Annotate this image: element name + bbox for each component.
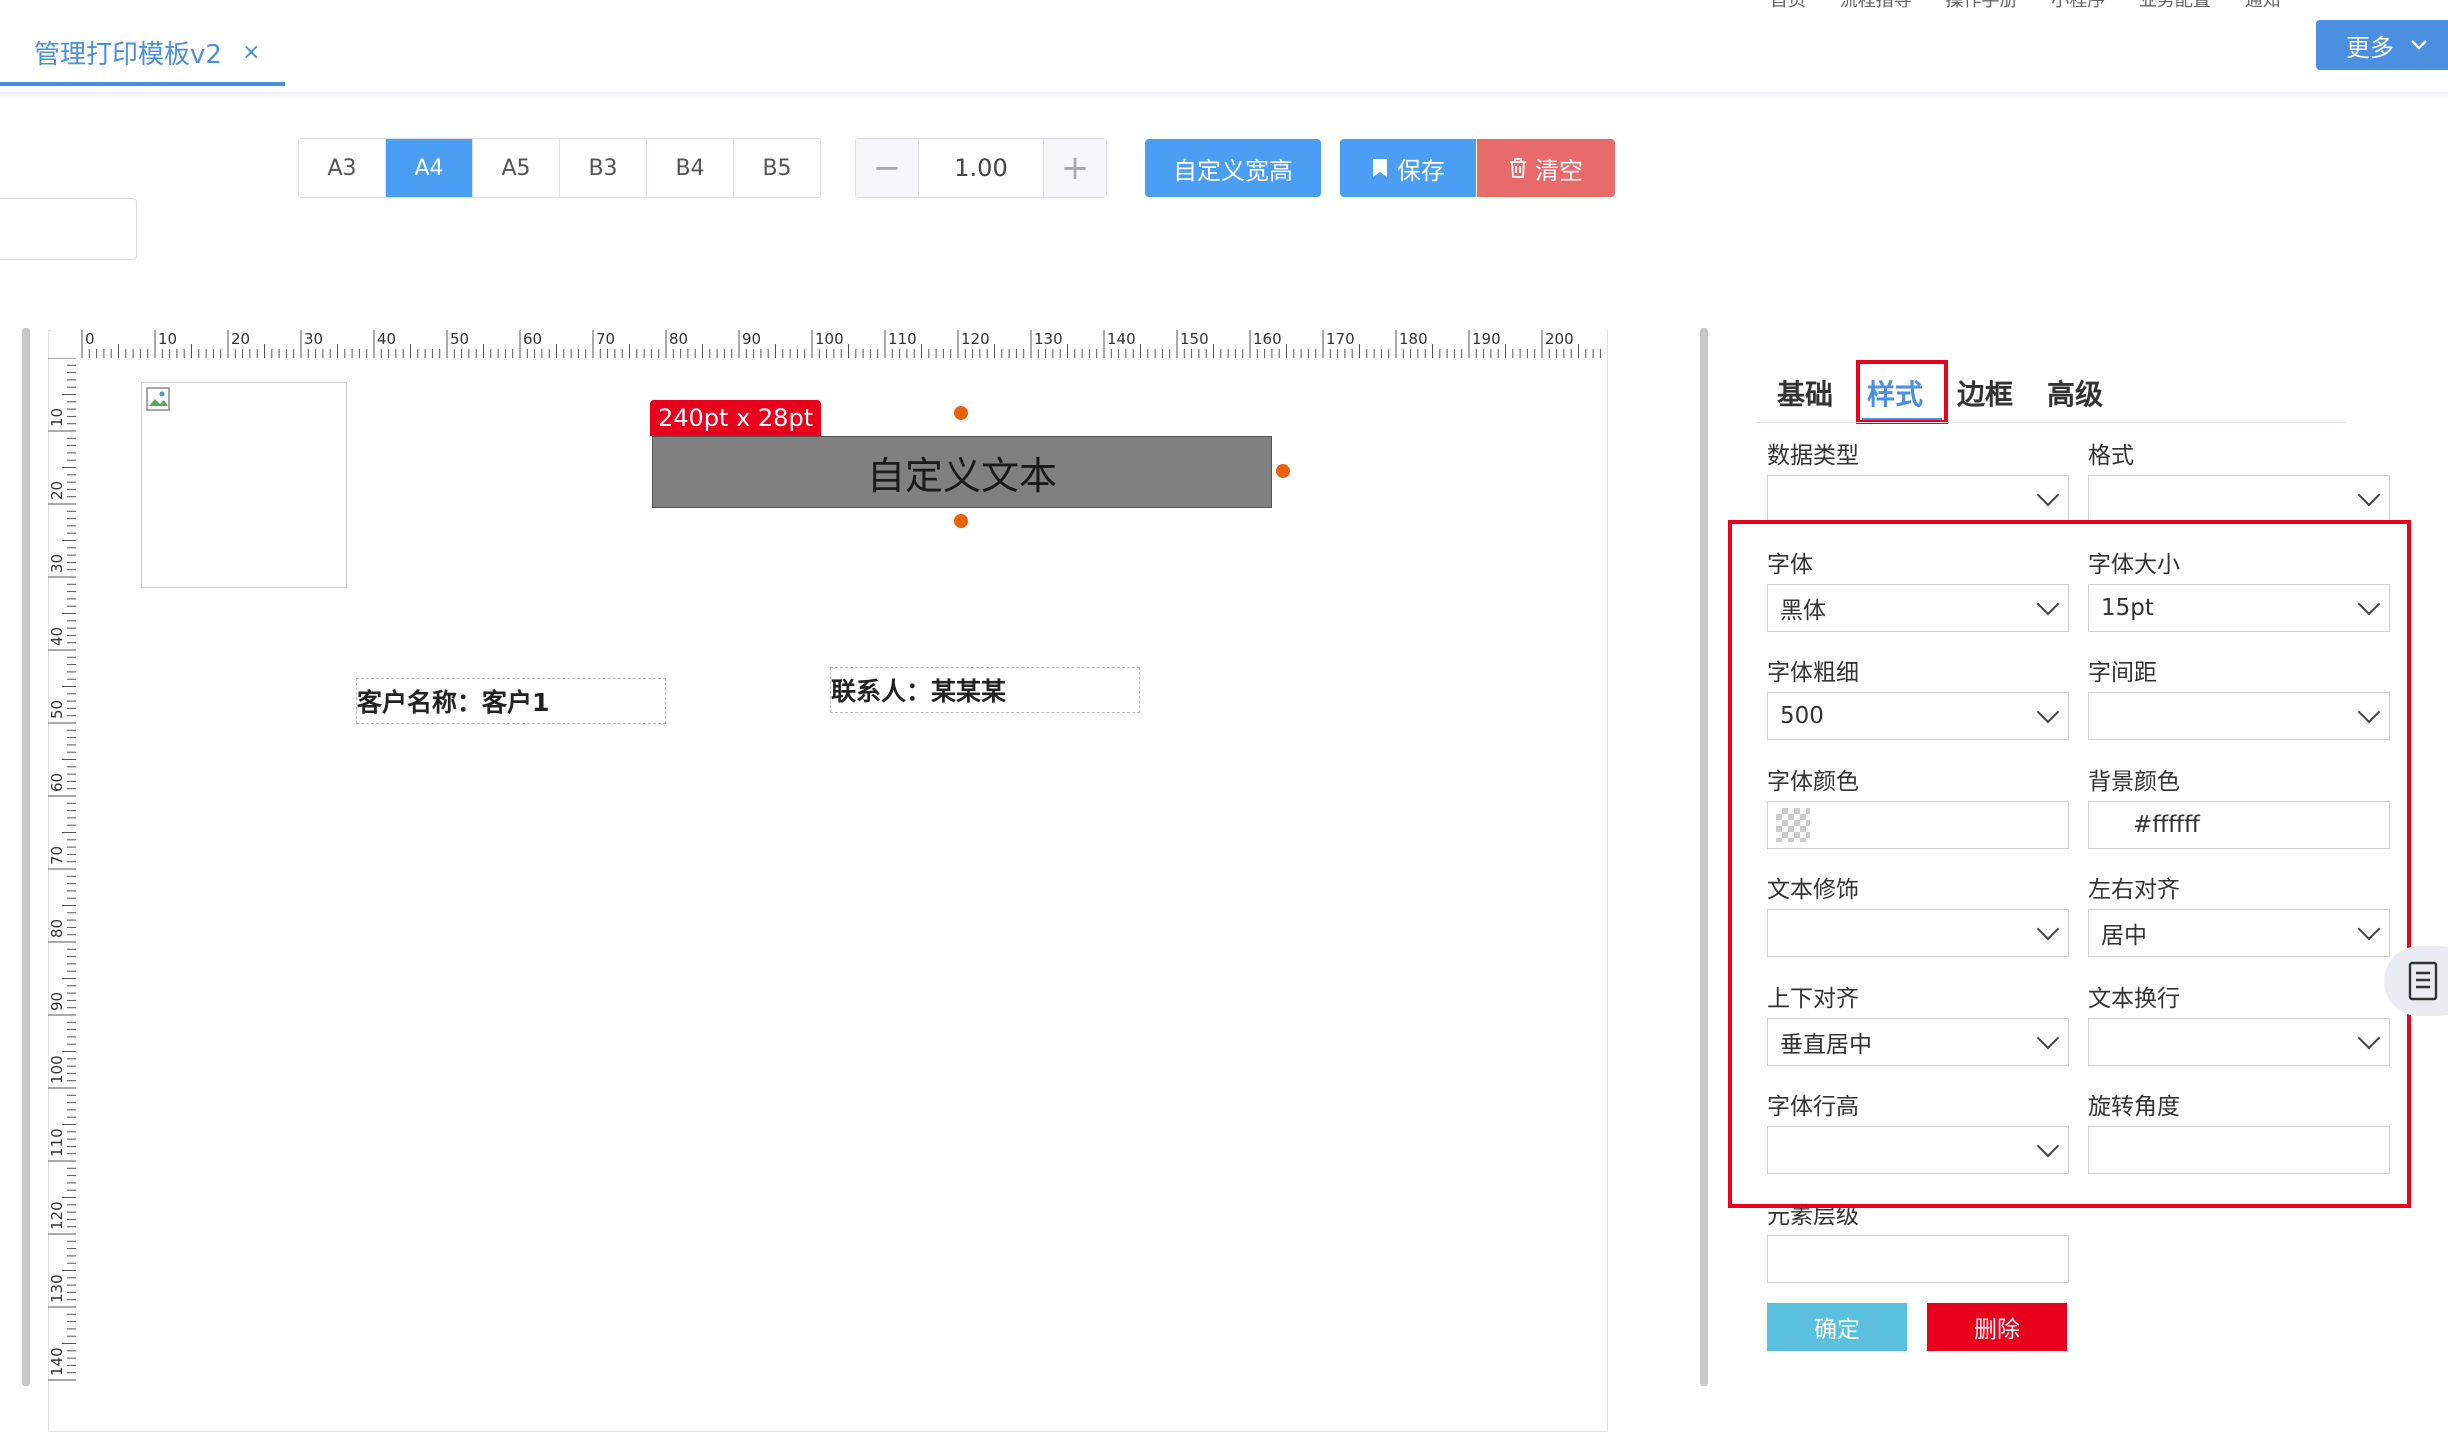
ruler-h-label: 150	[1180, 330, 1209, 348]
ruler-h-label: 60	[523, 330, 542, 348]
zoom-minus-button[interactable]: −	[856, 139, 919, 197]
ruler-v-label: 30	[48, 554, 66, 573]
ruler-h-label: 160	[1253, 330, 1282, 348]
ruler-h-label: 40	[377, 330, 396, 348]
ruler-v-label: 90	[48, 992, 66, 1011]
ruler-h-label: 110	[888, 330, 917, 348]
element-size-badge: 240pt x 28pt	[650, 400, 822, 436]
delete-button[interactable]: 删除	[1927, 1303, 2067, 1351]
highlight-box-style-fields	[1728, 520, 2411, 1208]
paper-size-b4[interactable]: B4	[647, 139, 734, 197]
ruler-v-label: 100	[48, 1055, 66, 1084]
format-label: 格式	[2088, 443, 2134, 469]
broken-image-icon	[146, 387, 170, 411]
more-button-label: 更多	[2346, 33, 2394, 62]
resize-handle-right[interactable]	[1276, 464, 1290, 478]
document-icon	[2408, 961, 2438, 1001]
tab-active-indicator	[0, 82, 285, 86]
ruler-v-label: 40	[48, 627, 66, 646]
ruler-v-label: 20	[48, 481, 66, 500]
vertical-ruler: 10 20 30 40 50 60 70 80 90 100 110 120 130 140	[48, 358, 76, 1381]
chevron-down-icon	[2036, 483, 2060, 507]
ruler-h-label: 190	[1472, 330, 1501, 348]
close-icon[interactable]: ×	[242, 40, 260, 65]
trash-icon	[1510, 158, 1526, 178]
tab-print-template[interactable]: 管理打印模板v2 ×	[0, 22, 294, 82]
tab-advanced[interactable]: 高级	[2030, 366, 2120, 420]
paper-size-a5[interactable]: A5	[473, 139, 560, 197]
paper-size-group: A3 A4 A5 B3 B4 B5	[298, 138, 821, 198]
template-name-input[interactable]	[0, 198, 137, 260]
ruler-h-label: 10	[158, 330, 177, 348]
ruler-h-label: 20	[231, 330, 250, 348]
custom-size-button[interactable]: 自定义宽高	[1145, 139, 1321, 197]
bookmark-icon	[1373, 159, 1387, 177]
chevron-down-icon	[2357, 483, 2381, 507]
ruler-h-label: 80	[669, 330, 688, 348]
data-type-select[interactable]	[1767, 475, 2069, 523]
ruler-v-label: 120	[48, 1201, 66, 1230]
customer-name-field[interactable]: 客户名称：客户1	[356, 678, 666, 724]
ruler-v-label: 60	[48, 773, 66, 792]
tab-basic[interactable]: 基础	[1760, 366, 1850, 420]
ruler-h-label: 130	[1034, 330, 1063, 348]
ruler-v-label: 140	[48, 1347, 66, 1376]
ruler-h-label: 100	[815, 330, 844, 348]
tab-border[interactable]: 边框	[1940, 366, 2030, 420]
save-label: 保存	[1397, 156, 1445, 185]
tab-bar	[0, 0, 2448, 93]
resize-handle-bottom[interactable]	[954, 514, 968, 528]
ruler-h-label: 140	[1107, 330, 1136, 348]
z-index-input[interactable]	[1767, 1235, 2069, 1283]
canvas-scrollbar-left[interactable]	[22, 328, 30, 1386]
ruler-h-label: 120	[961, 330, 990, 348]
confirm-button[interactable]: 确定	[1767, 1303, 1907, 1351]
paper-size-b5[interactable]: B5	[734, 139, 820, 197]
resize-handle-top[interactable]	[954, 406, 968, 420]
ruler-v-label: 80	[48, 919, 66, 938]
zoom-stepper: − 1.00 +	[855, 138, 1107, 198]
floating-doc-button[interactable]	[2384, 946, 2448, 1016]
format-select[interactable]	[2088, 475, 2390, 523]
paper-size-b3[interactable]: B3	[560, 139, 647, 197]
chevron-down-icon	[2411, 40, 2427, 50]
custom-size-label: 自定义宽高	[1173, 156, 1293, 185]
highlight-box-style-tab	[1856, 360, 1948, 424]
contact-field[interactable]: 联系人：某某某	[830, 667, 1140, 713]
ruler-h-label: 50	[450, 330, 469, 348]
tab-title: 管理打印模板v2	[34, 39, 222, 70]
ruler-h-label: 200	[1545, 330, 1574, 348]
paper-size-a3[interactable]: A3	[299, 139, 386, 197]
ruler-h-label: 30	[304, 330, 323, 348]
ruler-h-label: 170	[1326, 330, 1355, 348]
more-button[interactable]: 更多	[2316, 20, 2448, 70]
ruler-v-label: 70	[48, 846, 66, 865]
zoom-plus-button[interactable]: +	[1043, 139, 1106, 197]
custom-text-element[interactable]: 自定义文本	[652, 436, 1272, 508]
save-button[interactable]: 保存	[1340, 139, 1476, 197]
ruler-v-label: 110	[48, 1128, 66, 1157]
zoom-value-input[interactable]: 1.00	[919, 139, 1043, 197]
ruler-v-label: 130	[48, 1274, 66, 1303]
ruler-h-label: 90	[742, 330, 761, 348]
ruler-v-label: 10	[48, 408, 66, 427]
canvas-scrollbar-right[interactable]	[1700, 328, 1708, 1386]
tab-bar-shadow	[0, 92, 2448, 100]
paper-size-a4[interactable]: A4	[386, 139, 473, 197]
clear-label: 清空	[1535, 156, 1583, 185]
tabs-divider	[1756, 422, 2346, 423]
ruler-h-label: 0	[85, 330, 95, 348]
horizontal-ruler: 0 10 20 30 40 50 60 70 80 90 100 110 120 130 140 150 160…	[52, 330, 1606, 358]
data-type-label: 数据类型	[1767, 443, 1859, 469]
ruler-h-label: 180	[1399, 330, 1428, 348]
clear-button[interactable]: 清空	[1477, 139, 1615, 197]
ruler-v-label: 50	[48, 700, 66, 719]
ruler-h-label: 70	[596, 330, 615, 348]
